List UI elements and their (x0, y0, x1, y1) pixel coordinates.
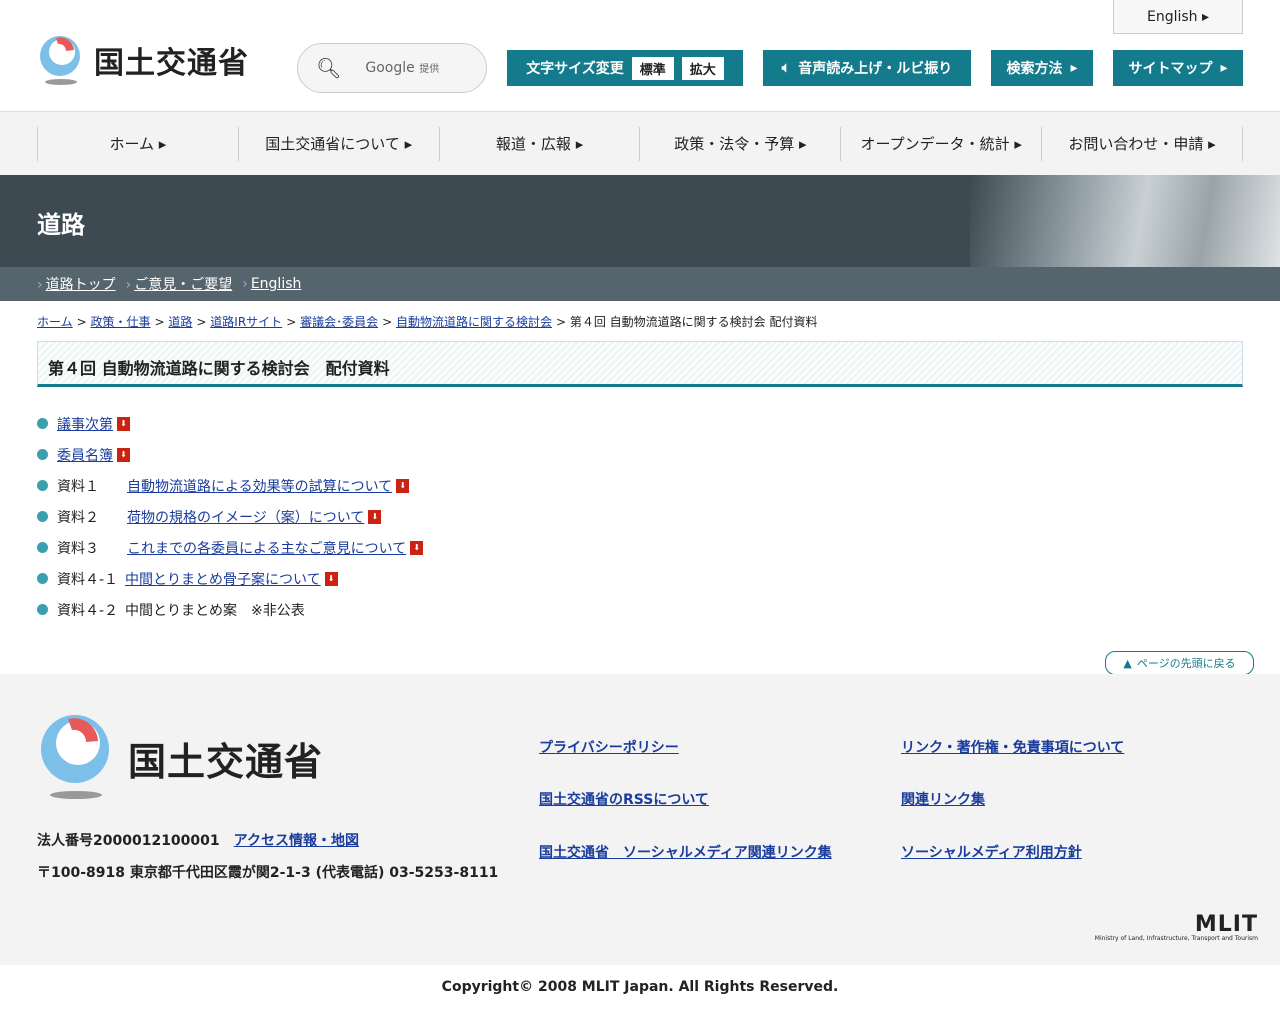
section-subnav: › 道路トップ › ご意見・ご要望 › English (0, 267, 1280, 301)
copyright: Copyright© 2008 MLIT Japan. All Rights R… (441, 979, 839, 995)
footer-logo: 国土交通省 (38, 715, 323, 801)
mlit-emblem-icon (36, 34, 86, 86)
related-links[interactable]: 関連リンク集 (901, 789, 985, 809)
sitemap-button[interactable]: サイトマップ ▸ (1113, 50, 1243, 86)
gnav-item-policy[interactable]: 政策・法令・予算 ▸ (639, 126, 840, 161)
rss-link[interactable]: 国土交通省のRSSについて (539, 789, 709, 809)
document-link[interactable]: 荷物の規格のイメージ（案）について (127, 507, 364, 527)
document-item: 資料３ これまでの各委員による主なご意見について ⬇ (37, 532, 424, 563)
address: 〒100-8918 東京都千代田区霞が関2-1-3 (代表電話) 03-5253… (37, 865, 499, 881)
breadcrumb-link[interactable]: 自動物流道路に関する検討会 (396, 315, 552, 329)
font-standard-button[interactable]: 標準 (631, 56, 674, 80)
document-item: 資料４-２ 中間とりまとめ案 ※非公表 (37, 594, 423, 625)
document-item: 資料１ 自動物流道路による効果等の試算について ⬇ (37, 470, 423, 501)
speech-label: 音声読み上げ・ルビ振り (798, 61, 953, 77)
road-photo (970, 175, 1280, 267)
document-link[interactable]: 中間とりまとめ骨子案について (125, 569, 321, 589)
search-box[interactable]: 🔍︎ Google 提供 (297, 43, 487, 93)
search-method-label: 検索方法 (1006, 61, 1063, 77)
gnav-item-about[interactable]: 国土交通省について ▸ (237, 126, 439, 161)
document-item: 資料４-１ 中間とりまとめ骨子案について ⬇ (37, 563, 423, 594)
english-label: English (1146, 8, 1198, 25)
access-link[interactable]: アクセス情報・地図 (234, 833, 359, 849)
search-brand: Google (365, 60, 415, 76)
breadcrumb-current: 第４回 自動物流道路に関する検討会 配付資料 (569, 315, 818, 329)
pdf-icon: ⬇ (324, 571, 338, 586)
document-item: 委員名簿 ⬇ (37, 439, 423, 470)
bullet-icon (37, 449, 48, 460)
social-policy-link[interactable]: ソーシャルメディア利用方針 (901, 842, 1082, 862)
breadcrumb: ホーム > 政策・仕事 > 道路 > 道路IRサイト > 審議会･委員会 > 自動物流道路… (37, 315, 818, 329)
font-size-control: 文字サイズ変更 標準 拡大 (507, 50, 743, 86)
document-label: 資料４-１ (57, 571, 119, 588)
copyright-link[interactable]: リンク・著作権・免責事項について (901, 737, 1124, 757)
bullet-icon (37, 511, 48, 522)
breadcrumb-link[interactable]: 道路 (168, 315, 192, 329)
pdf-icon: ⬇ (117, 447, 130, 462)
document-item: 資料２ 荷物の規格のイメージ（案）について ⬇ (37, 501, 423, 532)
social-links[interactable]: 国土交通省 ソーシャルメディア関連リンク集 (539, 842, 832, 862)
gnav-item-press[interactable]: 報道・広報 ▸ (438, 126, 640, 161)
pdf-icon: ⬇ (396, 478, 410, 493)
back-to-top-label: ページの先頭に戻る (1136, 657, 1236, 670)
font-large-button[interactable]: 拡大 (681, 56, 724, 80)
document-title: 中間とりまとめ案 ※非公表 (125, 602, 305, 619)
document-item: 議事次第 ⬇ (37, 408, 423, 439)
breadcrumb-link[interactable]: 政策・仕事 (91, 315, 151, 329)
bullet-icon (37, 418, 48, 429)
english-link[interactable]: English ▸ (1113, 0, 1243, 34)
font-size-label: 文字サイズ変更 (526, 61, 624, 77)
gnav-item-contact[interactable]: お問い合わせ・申請 ▸ (1041, 126, 1243, 161)
global-nav: ホーム ▸ 国土交通省について ▸ 報道・広報 ▸ 政策・法令・予算 ▸ オープ… (0, 111, 1280, 175)
bullet-icon (37, 542, 48, 553)
speaker-icon: 🔈︎ (781, 60, 791, 76)
pdf-icon: ⬇ (410, 540, 424, 555)
footer-info: 法人番号2000012100001 アクセス情報・地図 〒100-8918 東京… (37, 830, 498, 882)
document-label: 資料４-２ (57, 602, 119, 619)
section-title: 道路 (37, 211, 85, 239)
pdf-icon: ⬇ (368, 509, 382, 524)
subnav-english[interactable]: English (251, 276, 302, 292)
document-label: 資料３ (57, 540, 99, 557)
back-to-top-button[interactable]: ▲ ページの先頭に戻る (1105, 651, 1254, 675)
document-label: 資料２ (57, 509, 99, 526)
speech-button[interactable]: 🔈︎ 音声読み上げ・ルビ振り (763, 50, 971, 86)
pdf-icon: ⬇ (117, 416, 130, 431)
mlit-emblem-icon (41, 715, 109, 799)
search-note: 提供 (419, 64, 440, 75)
privacy-link[interactable]: プライバシーポリシー (539, 737, 679, 757)
bullet-icon (37, 573, 48, 584)
section-banner: 道路 (0, 175, 1280, 267)
document-link[interactable]: 委員名簿 (57, 445, 113, 465)
gnav-item-home[interactable]: ホーム ▸ (37, 126, 238, 161)
search-icon[interactable]: 🔍︎ (316, 56, 341, 80)
document-label: 資料１ (57, 478, 99, 495)
page-title: 第４回 自動物流道路に関する検討会 配付資料 (37, 341, 1243, 387)
subnav-road-top[interactable]: 道路トップ (46, 277, 116, 293)
document-link[interactable]: 自動物流道路による効果等の試算について (127, 476, 392, 496)
breadcrumb-link[interactable]: ホーム (37, 315, 73, 329)
document-link[interactable]: これまでの各委員による主なご意見について (127, 538, 406, 558)
bullet-icon (37, 604, 48, 615)
mlit-wordmark: MLIT Ministry of Land, Infrastructure, T… (1094, 912, 1258, 943)
bullet-icon (37, 480, 48, 491)
breadcrumb-link[interactable]: 審議会･委員会 (300, 315, 378, 329)
breadcrumb-link[interactable]: 道路IRサイト (210, 315, 282, 329)
search-method-button[interactable]: 検索方法 ▸ (991, 50, 1093, 86)
subnav-feedback[interactable]: ご意見・ご要望 (134, 277, 232, 293)
corp-number: 法人番号2000012100001 (37, 833, 220, 849)
sitemap-label: サイトマップ (1128, 61, 1213, 77)
document-link[interactable]: 議事次第 (57, 414, 113, 434)
arrow-up-icon: ▲ (1123, 656, 1132, 670)
gnav-item-opendata[interactable]: オープンデータ・統計 ▸ (840, 126, 1041, 161)
site-logo[interactable]: 国土交通省 (36, 34, 249, 86)
document-list: 議事次第 ⬇ 委員名簿 ⬇ 資料１ 自動物流道路による効果等の試算について ⬇ 資料２ 荷物の規… (37, 408, 424, 625)
